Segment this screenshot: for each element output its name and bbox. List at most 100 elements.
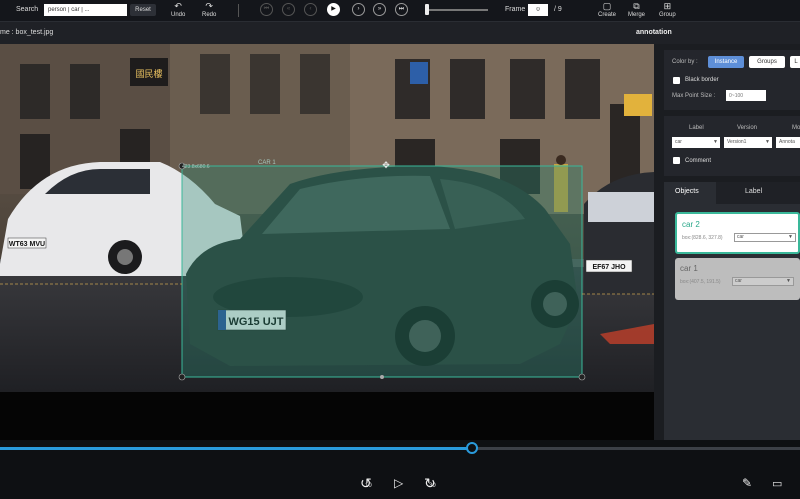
frame-input[interactable] [528,4,548,16]
bbox-size-label: 423.8x680.6 [182,164,210,170]
search-input[interactable] [44,4,127,16]
color-by-label-button[interactable]: L [790,56,800,68]
version-header: Version [737,125,758,131]
file-name: me : box_test.jpg [0,29,54,36]
tab-label[interactable]: Label [745,188,762,195]
version-select-value: Version1 [727,139,747,145]
timeline-progress [0,447,472,450]
black-border-checkbox[interactable] [673,77,680,84]
toolbar-divider [238,4,239,17]
object-class-value: car [737,234,744,240]
next-fast-button[interactable]: » [373,3,386,16]
color-by-instance-button[interactable]: Instance [708,56,744,68]
mo-header: Mo [792,125,800,131]
group-button[interactable]: ⊞ Group [659,1,676,18]
object-title: car 2 [682,220,700,229]
rewind-label: 10 [365,483,372,489]
last-frame-icon: ⏭ [398,6,405,12]
pencil-icon: ✎ [742,476,753,490]
chevron-down-icon: ▼ [786,278,791,284]
edit-button[interactable]: ✎ [742,476,752,490]
canvas-empty-area [0,392,654,440]
shop-sign-text: 國民樓 [135,68,162,80]
chevron-down-icon: ▼ [765,139,770,145]
tab-objects[interactable]: Objects [675,188,699,195]
play-button[interactable]: ▷ [394,476,403,490]
object-card-car-1[interactable]: car 1 box:(407.5, 191.5) car ▼ [675,258,800,300]
plate-white-car: WT63 MVU [9,241,45,248]
label-header: Label [689,125,704,131]
object-title: car 1 [680,264,698,273]
display-settings-section: Color by : Instance Groups L Black borde… [664,50,800,110]
image-canvas[interactable]: 國民樓 WT63 MVU EF67 JHO WG15 UJT ✥ CAR 1 4… [0,44,654,392]
mo-select-value: Annota [779,139,795,145]
color-by-label: Color by : [672,59,698,65]
forward-label: 30 [429,483,436,489]
frame-label: Frame [505,6,526,13]
object-class-select[interactable]: car ▼ [734,233,796,242]
merge-label: Merge [628,12,646,18]
search-label: Search [16,6,39,13]
chevron-right-icon: › [357,6,360,12]
play-outline-icon: ▷ [394,476,404,490]
undo-icon: ↶ [174,1,182,11]
screen-button[interactable]: ▭ [772,477,782,490]
reset-button[interactable]: Reset [130,4,156,16]
forward-30-button[interactable]: ↻ 30 [424,475,436,492]
create-button[interactable]: ▢ Create [598,1,616,18]
merge-button[interactable]: ⧉ Merge [628,1,645,18]
label-select[interactable]: car ▼ [672,137,720,148]
create-label: Create [598,12,617,18]
max-point-size-input[interactable] [726,90,766,101]
sub-header [0,22,800,44]
last-frame-button[interactable]: ⏭ [395,3,408,16]
rewind-icon: « [286,6,291,12]
create-icon: ▢ [602,1,612,11]
group-label: Group [659,12,676,18]
chevron-down-icon: ▼ [788,234,793,240]
undo-label: Undo [171,12,186,18]
play-button[interactable]: ▶ [327,3,340,16]
merge-icon: ⧉ [633,1,640,11]
next-frame-button[interactable]: › [352,3,365,16]
black-border-label: Black border [685,77,719,83]
first-frame-button[interactable]: ⏮ [260,3,273,16]
fast-forward-icon: » [377,6,382,12]
speed-slider-track[interactable] [428,9,488,11]
group-icon: ⊞ [663,1,672,11]
undo-button[interactable]: ↶ Undo [171,1,185,18]
comment-checkbox[interactable] [673,157,680,164]
speed-slider-handle[interactable] [425,4,429,15]
screen-icon: ▭ [772,478,783,490]
redo-button[interactable]: ↷ Redo [202,1,216,18]
object-card-car-2[interactable]: car 2 box:(828.6, 327.8) car ▼ [675,212,800,254]
object-class-value: car [735,278,742,284]
rewind-10-button[interactable]: ↺ 10 [360,475,372,492]
panel-title: annotation [636,29,672,36]
frame-total: / 9 [554,6,562,13]
chevron-down-icon: ▼ [713,139,718,145]
object-box-coords: box:(407.5, 191.5) [680,279,721,285]
color-by-groups-button[interactable]: Groups [749,56,785,68]
redo-label: Redo [202,12,217,18]
redo-icon: ↷ [205,1,213,11]
object-class-select[interactable]: car ▼ [732,277,794,286]
top-toolbar: Search Reset ↶ Undo ↷ Redo ⏮ « ‹ ▶ › » ⏭… [0,0,800,22]
chevron-left-icon: ‹ [309,6,312,12]
version-select[interactable]: Version1 ▼ [724,137,772,148]
comment-label: Comment [685,158,712,164]
prev-frame-button[interactable]: ‹ [304,3,317,16]
timeline-handle[interactable] [466,442,478,454]
plate-right-car: EF67 JHO [592,264,626,271]
object-box-coords: box:(828.6, 327.8) [682,235,723,241]
max-point-size-label: Max Point Size : [672,93,716,99]
first-frame-icon: ⏮ [263,6,270,12]
bbox-class-label: CAR 1 [258,160,276,166]
label-settings-section: Label Version Mo car ▼ Version1 ▼ Annota C… [664,116,800,176]
mo-select[interactable]: Annota [776,137,800,148]
street-scene-image: 國民樓 WT63 MVU EF67 JHO WG15 UJT ✥ [0,44,654,392]
prev-fast-button[interactable]: « [282,3,295,16]
label-select-value: car [675,139,682,145]
play-icon: ▶ [331,6,336,12]
move-icon[interactable]: ✥ [382,160,390,170]
